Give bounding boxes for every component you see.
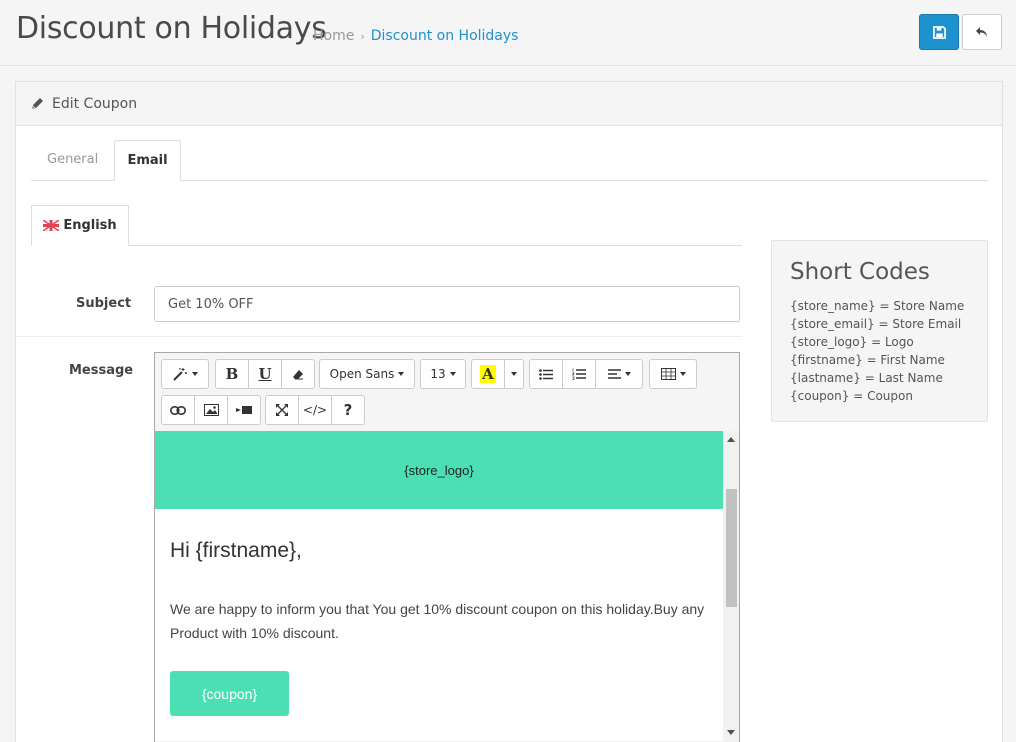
style-group <box>161 359 209 389</box>
vertical-scroll-thumb[interactable] <box>726 489 737 607</box>
chevron-down-icon <box>624 372 631 376</box>
font-name-group: Open Sans <box>319 359 415 389</box>
tab-language-english[interactable]: English <box>31 205 129 246</box>
store-logo-placeholder: {store_logo} <box>404 462 474 478</box>
edit-coupon-panel: Edit Coupon General Email English Subjec… <box>15 81 1003 742</box>
short-code-item: {store_email} = Store Email <box>790 317 962 331</box>
panel-heading: Edit Coupon <box>16 82 1002 126</box>
editor-toolbar: B U Open Sans 13 A </> ? <box>155 353 739 431</box>
chevron-down-icon <box>449 372 456 376</box>
font-size-value: 13 <box>430 367 446 381</box>
picture-button[interactable] <box>194 395 228 425</box>
email-greeting: Hi {firstname}, <box>170 539 302 562</box>
short-codes-title: Short Codes <box>790 259 930 285</box>
page-header: Discount on Holidays Home › Discount on Ho… <box>0 0 1016 66</box>
font-size-group: 13 <box>420 359 466 389</box>
vertical-scrollbar[interactable] <box>723 431 739 741</box>
font-size-dropdown[interactable]: 13 <box>420 359 466 389</box>
table-icon <box>660 368 676 380</box>
color-dropdown-button[interactable] <box>504 359 524 389</box>
paragraph-group <box>529 359 643 389</box>
help-button[interactable]: ? <box>331 395 365 425</box>
link-icon <box>170 405 186 415</box>
short-code-item: {coupon} = Coupon <box>790 389 913 403</box>
style-button[interactable] <box>161 359 209 389</box>
subject-label: Subject <box>76 296 132 311</box>
tab-general[interactable]: General <box>31 140 114 181</box>
video-button[interactable] <box>227 395 261 425</box>
tab-email[interactable]: Email <box>114 140 181 181</box>
highlight-a-icon: A <box>480 365 496 383</box>
clear-format-button[interactable] <box>281 359 315 389</box>
email-body-text: We are happy to inform you that You get … <box>170 601 705 641</box>
chevron-down-icon <box>679 372 686 376</box>
message-label: Message <box>69 363 134 378</box>
table-group <box>649 359 697 389</box>
back-button[interactable] <box>962 14 1002 50</box>
email-logo-band: {store_logo} <box>155 431 723 509</box>
short-codes-box: Short Codes {store_name} = Store Name {s… <box>771 240 988 422</box>
align-dropdown-button[interactable] <box>595 359 643 389</box>
breadcrumb-separator: › <box>360 30 365 43</box>
code-view-button[interactable]: </> <box>298 395 332 425</box>
font-name-dropdown[interactable]: Open Sans <box>319 359 415 389</box>
save-icon <box>932 25 946 39</box>
message-editor: B U Open Sans 13 A </> ? {store_logo} Hi… <box>154 352 740 742</box>
underline-button[interactable]: U <box>248 359 282 389</box>
bullet-list-icon <box>539 368 553 380</box>
language-label: English <box>63 218 117 233</box>
breadcrumb-home[interactable]: Home <box>313 28 354 44</box>
editor-content[interactable]: {store_logo} Hi {firstname}, We are happ… <box>155 431 723 741</box>
numbered-list-icon <box>572 368 586 380</box>
table-dropdown-button[interactable] <box>649 359 697 389</box>
scroll-up-icon[interactable] <box>727 437 735 442</box>
short-code-item: {lastname} = Last Name <box>790 371 943 385</box>
breadcrumb: Home › Discount on Holidays <box>313 28 518 44</box>
language-tabs: English <box>31 205 742 246</box>
ordered-list-button[interactable] <box>562 359 596 389</box>
magic-wand-icon <box>173 368 187 381</box>
color-group: A <box>471 359 524 389</box>
view-group: </> ? <box>265 395 365 425</box>
pencil-icon <box>32 98 43 109</box>
video-icon <box>236 406 252 414</box>
eraser-icon <box>293 369 303 379</box>
chevron-down-icon <box>398 372 405 376</box>
short-code-item: {store_logo} = Logo <box>790 335 914 349</box>
main-tabs: General Email <box>31 140 988 181</box>
short-code-item: {store_name} = Store Name <box>790 299 965 313</box>
font-name-value: Open Sans <box>329 367 395 381</box>
page-title: Discount on Holidays <box>16 11 327 46</box>
uk-flag-icon <box>43 220 60 231</box>
breadcrumb-current[interactable]: Discount on Holidays <box>371 28 519 44</box>
reply-icon <box>976 26 987 37</box>
chevron-down-icon <box>511 372 517 376</box>
subject-input[interactable] <box>154 286 740 322</box>
picture-icon <box>203 404 219 416</box>
scroll-down-icon[interactable] <box>727 730 735 735</box>
panel-title: Edit Coupon <box>52 95 138 112</box>
align-left-icon <box>607 369 621 379</box>
coupon-button: {coupon} <box>170 671 289 716</box>
fullscreen-button[interactable] <box>265 395 299 425</box>
save-button[interactable] <box>919 14 959 50</box>
short-code-item: {firstname} = First Name <box>790 353 945 367</box>
highlight-button[interactable]: A <box>471 359 505 389</box>
link-button[interactable] <box>161 395 195 425</box>
insert-group <box>161 395 261 425</box>
font-style-group: B U <box>215 359 315 389</box>
fullscreen-icon <box>276 404 288 416</box>
unordered-list-button[interactable] <box>529 359 563 389</box>
bold-button[interactable]: B <box>215 359 249 389</box>
chevron-down-icon <box>192 372 198 376</box>
subject-row: Subject <box>16 272 742 337</box>
